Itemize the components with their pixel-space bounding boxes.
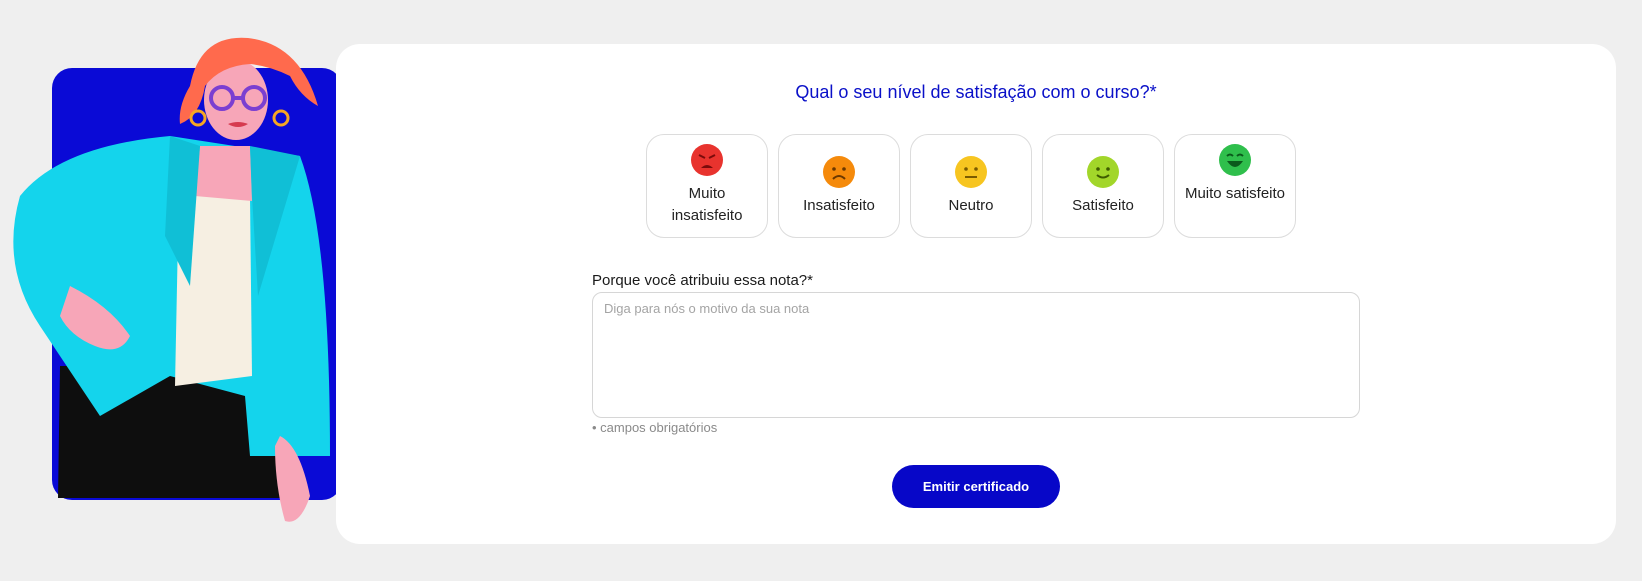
neutral-face-icon	[954, 155, 988, 189]
rating-option-neutral[interactable]: Neutro	[910, 134, 1032, 238]
reason-textarea[interactable]	[592, 292, 1360, 418]
dissatisfied-face-icon	[822, 155, 856, 189]
required-fields-note: • campos obrigatórios	[592, 420, 718, 435]
satisfied-face-icon	[1086, 155, 1120, 189]
reason-label: Porque você atribuiu essa nota?*	[592, 272, 813, 289]
rating-option-dissatisfied[interactable]: Insatisfeito	[778, 134, 900, 238]
rating-label: Insatisfeito	[803, 197, 875, 214]
satisfaction-card: Qual o seu nível de satisfação com o cur…	[336, 44, 1616, 544]
rating-options: Muito insatisfeito Insatisfeito Neutro S…	[646, 134, 1296, 238]
rating-option-very-satisfied[interactable]: Muito satisfeito	[1174, 134, 1296, 238]
woman-illustration	[13, 37, 340, 522]
rating-option-satisfied[interactable]: Satisfeito	[1042, 134, 1164, 238]
rating-option-very-dissatisfied[interactable]: Muito insatisfeito	[646, 134, 768, 238]
very-dissatisfied-face-icon	[690, 143, 724, 177]
satisfaction-question: Qual o seu nível de satisfação com o cur…	[795, 82, 1157, 102]
rating-label: Neutro	[948, 197, 994, 214]
rating-label: Muito insatisfeito	[671, 185, 743, 224]
very-satisfied-face-icon	[1218, 143, 1252, 177]
rating-label: Muito satisfeito	[1184, 185, 1286, 202]
rating-label: Satisfeito	[1072, 197, 1134, 214]
issue-certificate-button[interactable]: Emitir certificado	[892, 465, 1060, 508]
